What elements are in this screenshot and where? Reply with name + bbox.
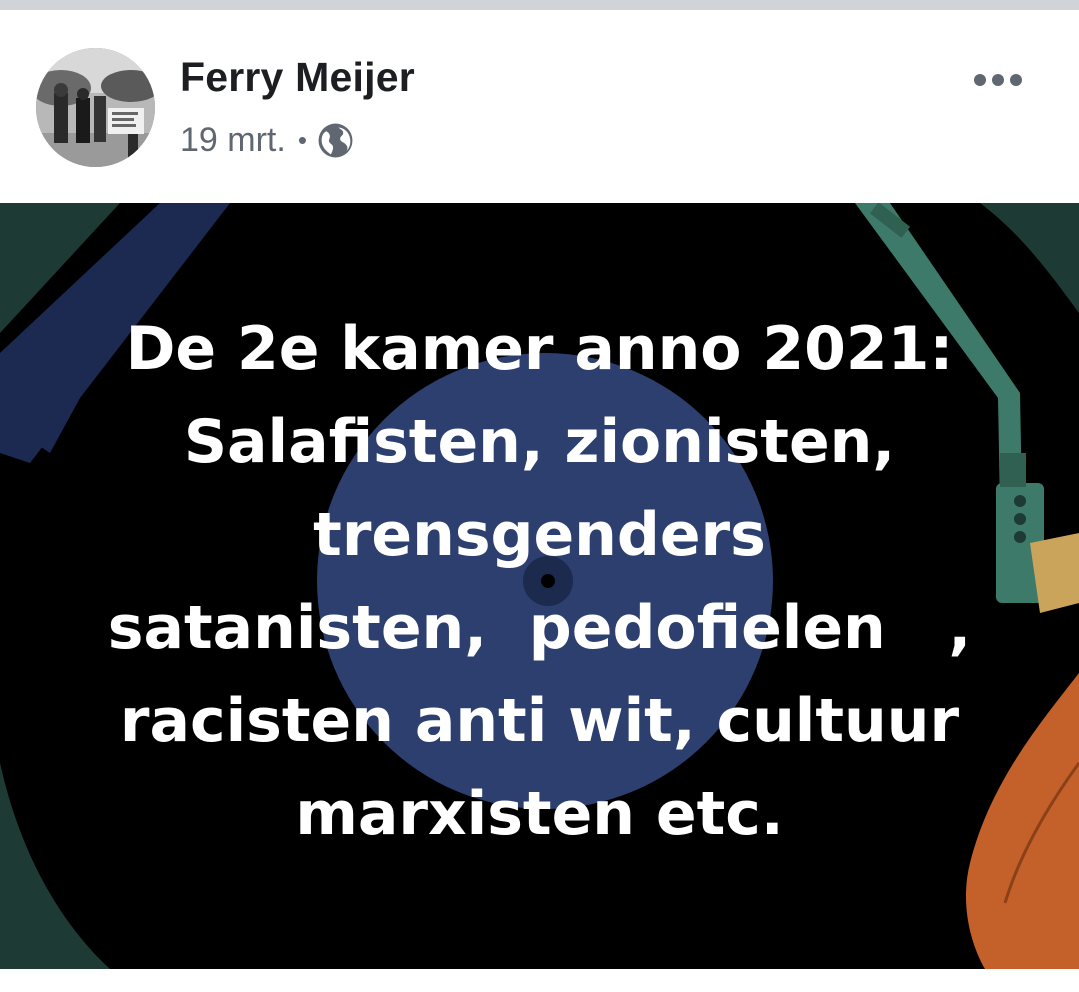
caption-line: marxisten etc.: [295, 779, 784, 849]
post-image[interactable]: De 2e kamer anno 2021: Salafisten, zioni…: [0, 203, 1079, 969]
caption-line: racisten anti wit, cultuur: [119, 686, 960, 756]
top-divider: [0, 0, 1079, 10]
post-meta: 19 mrt. •: [180, 118, 354, 162]
image-caption: De 2e kamer anno 2021: Salafisten, zioni…: [0, 303, 1079, 861]
meta-separator: •: [297, 124, 307, 155]
caption-line: satanisten, pedofielen ,: [107, 593, 972, 663]
post-date[interactable]: 19 mrt.: [180, 121, 286, 160]
more-options-icon[interactable]: [970, 66, 1026, 94]
caption-line: De 2e kamer anno 2021:: [125, 314, 954, 384]
post-header: Ferry Meijer 19 mrt. •: [0, 10, 1079, 203]
post-footer-spacer: [0, 969, 1079, 992]
globe-icon[interactable]: [317, 122, 354, 159]
avatar[interactable]: [36, 48, 155, 167]
caption-line: Salafisten, zionisten,: [183, 407, 896, 477]
caption-line: trensgenders: [313, 500, 766, 570]
author-name[interactable]: Ferry Meijer: [180, 54, 415, 101]
